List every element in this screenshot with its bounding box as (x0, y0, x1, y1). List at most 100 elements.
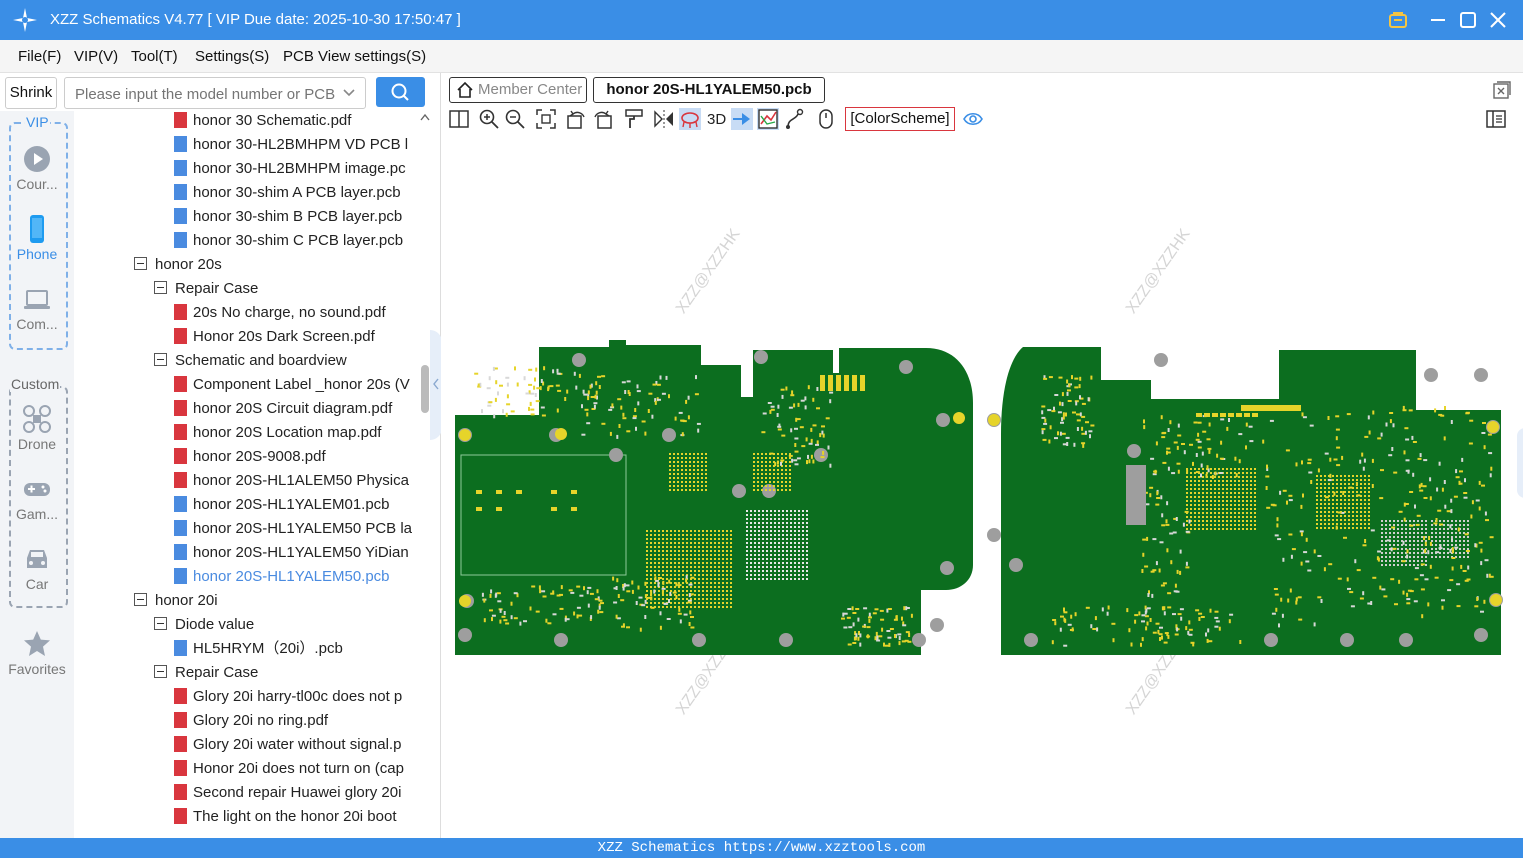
tree-file[interactable]: HL5HRYM（20i）.pcb (174, 637, 418, 661)
tree-file[interactable]: honor 20S Circuit diagram.pdf (174, 397, 418, 421)
tree-file[interactable]: honor 20S-HL1YALEM01.pcb (174, 493, 418, 517)
zoom-out-icon[interactable] (504, 108, 526, 130)
maximize-icon[interactable] (1456, 8, 1480, 32)
tree-folder[interactable]: honor 20i (134, 589, 418, 613)
category-sidebar: VIP Cour... Phone Com... Custom Drone Ga… (0, 111, 74, 838)
zoom-in-icon[interactable] (478, 108, 500, 130)
tree-file[interactable]: honor 30-shim B PCB layer.pcb (174, 205, 418, 229)
menu-vip[interactable]: VIP(V) (74, 48, 118, 65)
rotate-left-icon[interactable] (565, 108, 587, 130)
tree-file[interactable]: honor 20S-HL1YALEM50.pcb (174, 565, 418, 589)
tree-file[interactable]: honor 20S-HL1YALEM50 PCB la (174, 517, 418, 541)
smd-pad (672, 591, 677, 594)
view-3d-button[interactable]: 3D (707, 111, 726, 128)
tree-file[interactable]: 20s No charge, no sound.pdf (174, 301, 418, 325)
menu-tool[interactable]: Tool(T) (131, 48, 178, 65)
search-button[interactable] (376, 77, 425, 107)
bga-pad (658, 538, 660, 540)
nav-drone[interactable]: Drone (0, 404, 74, 452)
smd-pad (1335, 428, 1340, 431)
side-panel-icon[interactable] (1485, 108, 1507, 130)
tree-folder[interactable]: Repair Case (154, 661, 418, 685)
tree-file[interactable]: Glory 20i no ring.pdf (174, 709, 418, 733)
shrink-button[interactable]: Shrink (5, 77, 57, 109)
fit-view-icon[interactable] (535, 108, 557, 130)
close-icon[interactable] (1486, 8, 1510, 32)
smd-pad (1090, 624, 1093, 629)
tab-active-file[interactable]: honor 20S-HL1YALEM50.pcb (593, 77, 825, 103)
tab-member-center[interactable]: Member Center (449, 77, 587, 103)
collapse-toggle-icon[interactable] (154, 617, 167, 630)
trace-pen-icon[interactable] (784, 108, 806, 130)
pcb-board-view[interactable] (441, 135, 1523, 838)
tree-file[interactable]: honor 30 Schematic.pdf (174, 109, 418, 133)
tree-file[interactable]: Honor 20s Dark Screen.pdf (174, 325, 418, 349)
tree-file[interactable]: honor 20S-9008.pdf (174, 445, 418, 469)
tree-file[interactable]: honor 30-HL2BMHPM VD PCB l (174, 133, 418, 157)
tree-folder[interactable]: Schematic and boardview (154, 349, 418, 373)
tree-file[interactable]: Second repair Huawei glory 20i (174, 781, 418, 805)
menu-settings[interactable]: Settings(S) (195, 48, 269, 65)
bga-pad (1238, 476, 1240, 478)
tree-folder[interactable]: honor 20s (134, 253, 418, 277)
layer-toggle-icon[interactable] (679, 108, 701, 130)
scroll-up-icon[interactable] (420, 113, 430, 121)
net-highlight-icon[interactable] (757, 108, 779, 130)
bga-pad (1222, 484, 1224, 486)
smd-pad (668, 394, 670, 399)
close-tabs-icon[interactable] (1492, 80, 1512, 100)
tree-file[interactable]: honor 30-shim C PCB layer.pcb (174, 229, 418, 253)
eye-icon[interactable] (962, 108, 984, 130)
tree-file[interactable]: honor 20S Location map.pdf (174, 421, 418, 445)
bga-pad (714, 578, 716, 580)
tree-file[interactable]: Glory 20i water without signal.p (174, 733, 418, 757)
tree-file[interactable]: honor 20S-HL1YALEM50 YiDian (174, 541, 418, 565)
bga-pad (1381, 528, 1383, 530)
minimize-icon[interactable] (1426, 8, 1450, 32)
tree-file[interactable]: honor 30-HL2BMHPM image.pc (174, 157, 418, 181)
tree-file[interactable]: Glory 20i harry-tl00c does not p (174, 685, 418, 709)
pdf-file-icon (174, 688, 187, 704)
bga-pad (702, 602, 704, 604)
tree-file[interactable]: honor 30-shim A PCB layer.pcb (174, 181, 418, 205)
nav-games[interactable]: Gam... (0, 474, 74, 522)
mirror-flip-icon[interactable] (653, 108, 675, 130)
select-pointer-icon[interactable] (731, 108, 753, 130)
smd-pad (1197, 421, 1202, 424)
tree-file[interactable]: Component Label _honor 20s (V (174, 373, 418, 397)
nav-car[interactable]: Car (0, 544, 74, 592)
tree-file[interactable]: Honor 20i does not turn on (cap (174, 757, 418, 781)
collapse-toggle-icon[interactable] (134, 593, 147, 606)
collapse-toggle-icon[interactable] (154, 353, 167, 366)
tree-folder[interactable]: Diode value (154, 613, 418, 637)
smd-pad (1054, 437, 1058, 440)
nav-computer[interactable]: Com... (0, 284, 74, 332)
tree-file[interactable]: honor 20S-HL1ALEM50 Physica (174, 469, 418, 493)
right-panel-handle[interactable] (1517, 428, 1523, 498)
smd-pad (1144, 615, 1149, 618)
collapse-toggle-icon[interactable] (154, 281, 167, 294)
paint-brush-icon[interactable] (623, 108, 645, 130)
bga-pad (1364, 487, 1366, 489)
vip-badge-icon[interactable] (1386, 8, 1410, 32)
tree-scrollbar[interactable] (419, 109, 431, 838)
bga-pad (666, 558, 668, 560)
nav-favorites[interactable]: Favorites (0, 629, 74, 677)
menu-file[interactable]: File(F) (18, 48, 61, 65)
color-scheme-button[interactable]: [ColorScheme] (845, 107, 955, 131)
tree-file[interactable]: The light on the honor 20i boot (174, 805, 418, 829)
chevron-down-icon[interactable] (341, 84, 357, 100)
rotate-right-icon[interactable] (592, 108, 614, 130)
collapse-toggle-icon[interactable] (154, 665, 167, 678)
tree-folder[interactable]: Repair Case (154, 277, 418, 301)
menu-pcb-view-settings[interactable]: PCB View settings(S) (283, 48, 426, 65)
search-input[interactable] (73, 83, 337, 105)
mouse-icon[interactable] (815, 108, 837, 130)
nav-courses[interactable]: Cour... (0, 144, 74, 192)
split-view-icon[interactable] (448, 108, 470, 130)
nav-phone[interactable]: Phone (0, 214, 74, 262)
collapse-toggle-icon[interactable] (134, 257, 147, 270)
scrollbar-thumb[interactable] (421, 365, 429, 413)
bga-pad (746, 542, 748, 544)
pcb-canvas[interactable]: XZZ@XZZHK XZZ@XZZHK XZZ@XZZHK XZZ@XZZHK (441, 135, 1523, 838)
